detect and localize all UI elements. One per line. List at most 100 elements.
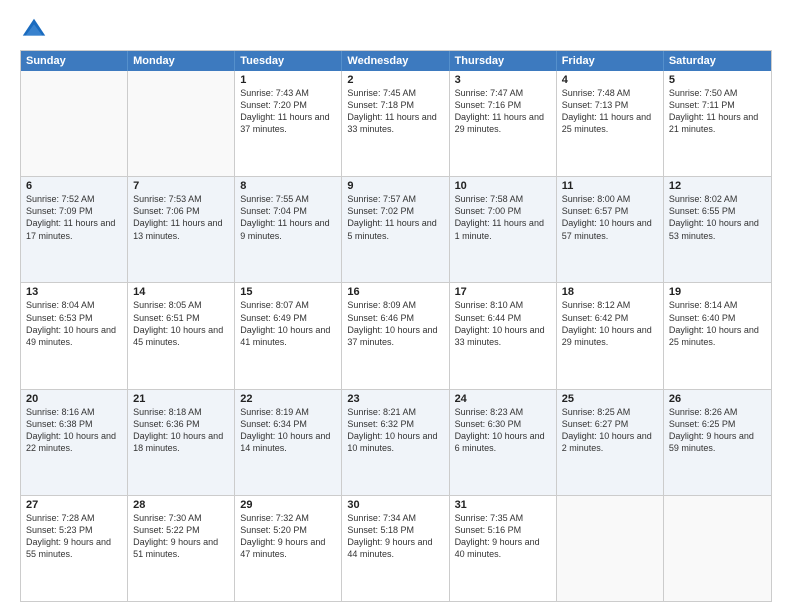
day-number: 18 <box>562 286 658 298</box>
day-number: 29 <box>240 499 336 511</box>
day-info: Sunrise: 8:05 AM Sunset: 6:51 PM Dayligh… <box>133 299 229 348</box>
day-info: Sunrise: 8:10 AM Sunset: 6:44 PM Dayligh… <box>455 299 551 348</box>
day-number: 26 <box>669 393 766 405</box>
calendar-cell: 13Sunrise: 8:04 AM Sunset: 6:53 PM Dayli… <box>21 283 128 388</box>
calendar-cell: 10Sunrise: 7:58 AM Sunset: 7:00 PM Dayli… <box>450 177 557 282</box>
calendar-cell: 16Sunrise: 8:09 AM Sunset: 6:46 PM Dayli… <box>342 283 449 388</box>
day-info: Sunrise: 7:43 AM Sunset: 7:20 PM Dayligh… <box>240 87 336 136</box>
calendar-row: 20Sunrise: 8:16 AM Sunset: 6:38 PM Dayli… <box>21 389 771 495</box>
day-number: 6 <box>26 180 122 192</box>
calendar-cell: 18Sunrise: 8:12 AM Sunset: 6:42 PM Dayli… <box>557 283 664 388</box>
calendar-cell: 9Sunrise: 7:57 AM Sunset: 7:02 PM Daylig… <box>342 177 449 282</box>
logo-icon <box>20 16 48 44</box>
day-number: 5 <box>669 74 766 86</box>
day-number: 23 <box>347 393 443 405</box>
day-info: Sunrise: 8:07 AM Sunset: 6:49 PM Dayligh… <box>240 299 336 348</box>
day-number: 22 <box>240 393 336 405</box>
header-cell-saturday: Saturday <box>664 51 771 71</box>
calendar-cell: 2Sunrise: 7:45 AM Sunset: 7:18 PM Daylig… <box>342 71 449 176</box>
day-number: 4 <box>562 74 658 86</box>
day-info: Sunrise: 7:50 AM Sunset: 7:11 PM Dayligh… <box>669 87 766 136</box>
day-info: Sunrise: 7:52 AM Sunset: 7:09 PM Dayligh… <box>26 193 122 242</box>
calendar-cell: 30Sunrise: 7:34 AM Sunset: 5:18 PM Dayli… <box>342 496 449 601</box>
day-info: Sunrise: 8:00 AM Sunset: 6:57 PM Dayligh… <box>562 193 658 242</box>
calendar-row: 27Sunrise: 7:28 AM Sunset: 5:23 PM Dayli… <box>21 495 771 601</box>
calendar-cell <box>128 71 235 176</box>
logo <box>20 16 52 44</box>
calendar-row: 6Sunrise: 7:52 AM Sunset: 7:09 PM Daylig… <box>21 176 771 282</box>
calendar-cell: 25Sunrise: 8:25 AM Sunset: 6:27 PM Dayli… <box>557 390 664 495</box>
calendar-row: 1Sunrise: 7:43 AM Sunset: 7:20 PM Daylig… <box>21 71 771 176</box>
day-info: Sunrise: 8:25 AM Sunset: 6:27 PM Dayligh… <box>562 406 658 455</box>
day-number: 8 <box>240 180 336 192</box>
day-info: Sunrise: 7:30 AM Sunset: 5:22 PM Dayligh… <box>133 512 229 561</box>
day-number: 27 <box>26 499 122 511</box>
calendar-cell: 26Sunrise: 8:26 AM Sunset: 6:25 PM Dayli… <box>664 390 771 495</box>
calendar-cell: 12Sunrise: 8:02 AM Sunset: 6:55 PM Dayli… <box>664 177 771 282</box>
day-info: Sunrise: 8:16 AM Sunset: 6:38 PM Dayligh… <box>26 406 122 455</box>
day-info: Sunrise: 7:34 AM Sunset: 5:18 PM Dayligh… <box>347 512 443 561</box>
calendar-cell <box>557 496 664 601</box>
header-cell-friday: Friday <box>557 51 664 71</box>
day-info: Sunrise: 7:58 AM Sunset: 7:00 PM Dayligh… <box>455 193 551 242</box>
day-number: 25 <box>562 393 658 405</box>
day-number: 31 <box>455 499 551 511</box>
day-info: Sunrise: 7:28 AM Sunset: 5:23 PM Dayligh… <box>26 512 122 561</box>
day-number: 14 <box>133 286 229 298</box>
day-info: Sunrise: 8:14 AM Sunset: 6:40 PM Dayligh… <box>669 299 766 348</box>
header-cell-sunday: Sunday <box>21 51 128 71</box>
day-number: 30 <box>347 499 443 511</box>
day-number: 9 <box>347 180 443 192</box>
day-number: 1 <box>240 74 336 86</box>
calendar-cell: 6Sunrise: 7:52 AM Sunset: 7:09 PM Daylig… <box>21 177 128 282</box>
day-info: Sunrise: 7:45 AM Sunset: 7:18 PM Dayligh… <box>347 87 443 136</box>
calendar-cell: 27Sunrise: 7:28 AM Sunset: 5:23 PM Dayli… <box>21 496 128 601</box>
calendar-cell: 3Sunrise: 7:47 AM Sunset: 7:16 PM Daylig… <box>450 71 557 176</box>
calendar-cell <box>21 71 128 176</box>
day-info: Sunrise: 8:19 AM Sunset: 6:34 PM Dayligh… <box>240 406 336 455</box>
day-info: Sunrise: 8:21 AM Sunset: 6:32 PM Dayligh… <box>347 406 443 455</box>
calendar-cell: 15Sunrise: 8:07 AM Sunset: 6:49 PM Dayli… <box>235 283 342 388</box>
day-number: 11 <box>562 180 658 192</box>
day-number: 20 <box>26 393 122 405</box>
day-number: 7 <box>133 180 229 192</box>
day-info: Sunrise: 8:12 AM Sunset: 6:42 PM Dayligh… <box>562 299 658 348</box>
day-info: Sunrise: 7:47 AM Sunset: 7:16 PM Dayligh… <box>455 87 551 136</box>
calendar-cell: 19Sunrise: 8:14 AM Sunset: 6:40 PM Dayli… <box>664 283 771 388</box>
calendar-cell: 20Sunrise: 8:16 AM Sunset: 6:38 PM Dayli… <box>21 390 128 495</box>
day-info: Sunrise: 7:55 AM Sunset: 7:04 PM Dayligh… <box>240 193 336 242</box>
day-info: Sunrise: 8:23 AM Sunset: 6:30 PM Dayligh… <box>455 406 551 455</box>
calendar-cell: 29Sunrise: 7:32 AM Sunset: 5:20 PM Dayli… <box>235 496 342 601</box>
day-number: 28 <box>133 499 229 511</box>
day-number: 12 <box>669 180 766 192</box>
calendar-cell: 14Sunrise: 8:05 AM Sunset: 6:51 PM Dayli… <box>128 283 235 388</box>
header-cell-monday: Monday <box>128 51 235 71</box>
day-number: 2 <box>347 74 443 86</box>
day-number: 17 <box>455 286 551 298</box>
calendar-cell: 8Sunrise: 7:55 AM Sunset: 7:04 PM Daylig… <box>235 177 342 282</box>
calendar-body: 1Sunrise: 7:43 AM Sunset: 7:20 PM Daylig… <box>21 71 771 601</box>
calendar-cell: 28Sunrise: 7:30 AM Sunset: 5:22 PM Dayli… <box>128 496 235 601</box>
calendar-cell: 23Sunrise: 8:21 AM Sunset: 6:32 PM Dayli… <box>342 390 449 495</box>
day-info: Sunrise: 7:48 AM Sunset: 7:13 PM Dayligh… <box>562 87 658 136</box>
calendar-cell: 31Sunrise: 7:35 AM Sunset: 5:16 PM Dayli… <box>450 496 557 601</box>
header <box>20 16 772 44</box>
calendar-cell: 17Sunrise: 8:10 AM Sunset: 6:44 PM Dayli… <box>450 283 557 388</box>
calendar-cell: 5Sunrise: 7:50 AM Sunset: 7:11 PM Daylig… <box>664 71 771 176</box>
calendar-cell: 4Sunrise: 7:48 AM Sunset: 7:13 PM Daylig… <box>557 71 664 176</box>
day-info: Sunrise: 8:02 AM Sunset: 6:55 PM Dayligh… <box>669 193 766 242</box>
day-number: 24 <box>455 393 551 405</box>
calendar-cell: 1Sunrise: 7:43 AM Sunset: 7:20 PM Daylig… <box>235 71 342 176</box>
day-info: Sunrise: 8:09 AM Sunset: 6:46 PM Dayligh… <box>347 299 443 348</box>
calendar-header: SundayMondayTuesdayWednesdayThursdayFrid… <box>21 51 771 71</box>
day-number: 3 <box>455 74 551 86</box>
day-number: 19 <box>669 286 766 298</box>
header-cell-wednesday: Wednesday <box>342 51 449 71</box>
calendar-cell: 11Sunrise: 8:00 AM Sunset: 6:57 PM Dayli… <box>557 177 664 282</box>
day-number: 15 <box>240 286 336 298</box>
calendar: SundayMondayTuesdayWednesdayThursdayFrid… <box>20 50 772 602</box>
day-number: 13 <box>26 286 122 298</box>
day-info: Sunrise: 8:26 AM Sunset: 6:25 PM Dayligh… <box>669 406 766 455</box>
calendar-cell: 22Sunrise: 8:19 AM Sunset: 6:34 PM Dayli… <box>235 390 342 495</box>
day-info: Sunrise: 8:04 AM Sunset: 6:53 PM Dayligh… <box>26 299 122 348</box>
